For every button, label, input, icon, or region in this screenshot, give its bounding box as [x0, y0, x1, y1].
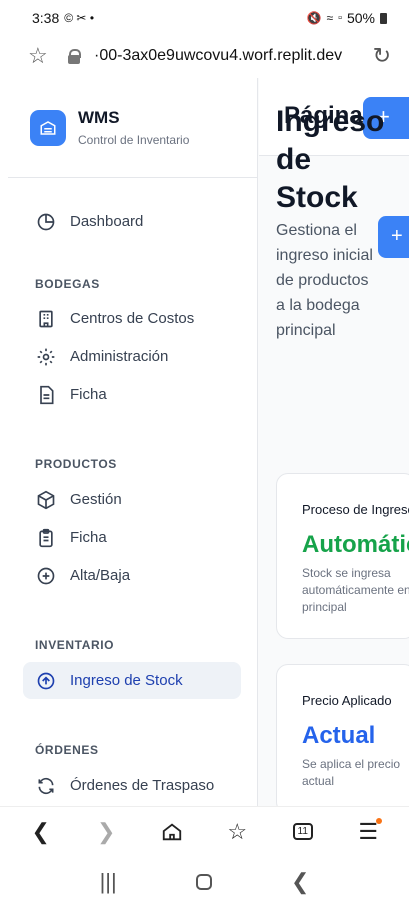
card-note: Se aplica el precio actual — [302, 757, 401, 788]
tabs-count: 11 — [292, 823, 313, 840]
sidebar-item-ingreso-de-stock[interactable]: Ingreso de Stock — [23, 662, 241, 699]
bookmark-star-icon[interactable]: ☆ — [28, 43, 58, 69]
add-stock-button[interactable]: + — [378, 216, 409, 258]
menu-icon[interactable]: ☰ — [348, 812, 388, 852]
bookmarks-icon[interactable]: ☆ — [217, 812, 257, 852]
sidebar-item-label: Gestión — [70, 491, 122, 508]
recents-icon[interactable]: ||| — [100, 869, 117, 895]
sidebar-item-administracion[interactable]: Administración — [23, 338, 241, 375]
card-note: Stock se ingresa automáticamente en la b… — [302, 566, 409, 614]
tabs-icon[interactable]: 11 — [283, 812, 323, 852]
back-icon[interactable]: ❮ — [21, 812, 61, 852]
signal-icon: ▫ — [338, 12, 342, 24]
sidebar: WMS Control de Inventario Dashboard BODE… — [8, 78, 258, 806]
sidebar-item-label: Administración — [70, 348, 169, 365]
system-back-icon[interactable]: ❮ — [291, 869, 309, 895]
sidebar-item-label: Dashboard — [70, 213, 144, 230]
sidebar-item-label: Centros de Costos — [70, 310, 195, 327]
pie-chart-icon — [36, 212, 56, 232]
package-icon — [36, 490, 56, 510]
notification-icons: © ✂ • — [64, 11, 95, 25]
main-heading: Ingreso de Stock — [276, 105, 385, 214]
wifi-icon: ≈ — [326, 11, 334, 25]
sidebar-item-dashboard[interactable]: Dashboard — [23, 203, 241, 240]
sidebar-item-gestion[interactable]: Gestión — [23, 481, 241, 518]
battery-icon — [380, 12, 387, 24]
section-title-inventario: INVENTARIO — [35, 638, 115, 652]
url-field[interactable]: ·00-3ax0e9uwcovu4.worf.replit.dev — [94, 47, 367, 65]
arrow-up-circle-icon — [36, 671, 56, 691]
section-title-bodegas: BODEGAS — [35, 277, 100, 291]
sidebar-item-label: Ficha — [70, 386, 107, 403]
battery-level: 50% — [346, 10, 375, 26]
warehouse-logo-icon — [30, 109, 66, 146]
card-label: Precio Aplicado — [302, 693, 392, 708]
brand: WMS Control de Inventario — [8, 78, 257, 178]
system-navigation: ||| ❮ — [0, 856, 409, 908]
sidebar-item-ficha-producto[interactable]: Ficha — [23, 519, 241, 556]
sidebar-item-label: Alta/Baja — [70, 567, 131, 584]
stat-card-precio: Precio Aplicado Actual Se aplica el prec… — [276, 664, 409, 814]
building-icon — [36, 309, 56, 329]
stat-card-proceso: Proceso de Ingreso Automático Stock se i… — [276, 473, 409, 639]
forward-icon[interactable]: ❯ — [86, 812, 126, 852]
card-value: Actual — [302, 722, 376, 749]
clipboard-icon — [36, 528, 56, 548]
home-button-icon[interactable] — [195, 874, 212, 890]
section-title-productos: PRODUCTOS — [35, 457, 117, 471]
main-description: Gestiona el ingreso inicial de productos… — [276, 222, 373, 339]
browser-toolbar: ❮ ❯ ☆ 11 ☰ — [0, 806, 409, 856]
refresh-icon — [36, 776, 56, 796]
lock-icon[interactable] — [68, 49, 81, 64]
sidebar-item-label: Órdenes de Traspaso — [70, 777, 215, 794]
reload-icon[interactable]: ↻ — [367, 43, 391, 69]
card-label: Proceso de Ingreso — [302, 502, 409, 517]
brand-title: WMS — [78, 108, 120, 127]
home-icon[interactable] — [152, 812, 192, 852]
status-bar: 3:38 © ✂ • 🔇 ≈ ▫ 50% — [0, 0, 409, 36]
address-bar: ☆ ·00-3ax0e9uwcovu4.worf.replit.dev ↻ — [0, 36, 409, 76]
sidebar-item-label: Ingreso de Stock — [70, 672, 183, 689]
document-icon — [36, 385, 56, 405]
sidebar-item-centros-de-costos[interactable]: Centros de Costos — [23, 300, 241, 337]
gear-icon — [36, 347, 56, 367]
sidebar-item-ordenes-de-traspaso[interactable]: Órdenes de Traspaso — [23, 767, 241, 804]
brand-subtitle: Control de Inventario — [78, 133, 190, 147]
clock: 3:38 — [32, 10, 60, 26]
notification-dot — [376, 817, 383, 824]
sidebar-item-ficha-bodega[interactable]: Ficha — [23, 376, 241, 413]
card-value: Automático — [302, 531, 409, 558]
mute-icon: 🔇 — [306, 11, 322, 25]
sidebar-item-label: Ficha — [70, 529, 107, 546]
plus-circle-icon — [36, 566, 56, 586]
section-title-ordenes: ÓRDENES — [35, 743, 99, 757]
sidebar-item-alta-baja[interactable]: Alta/Baja — [23, 557, 241, 594]
